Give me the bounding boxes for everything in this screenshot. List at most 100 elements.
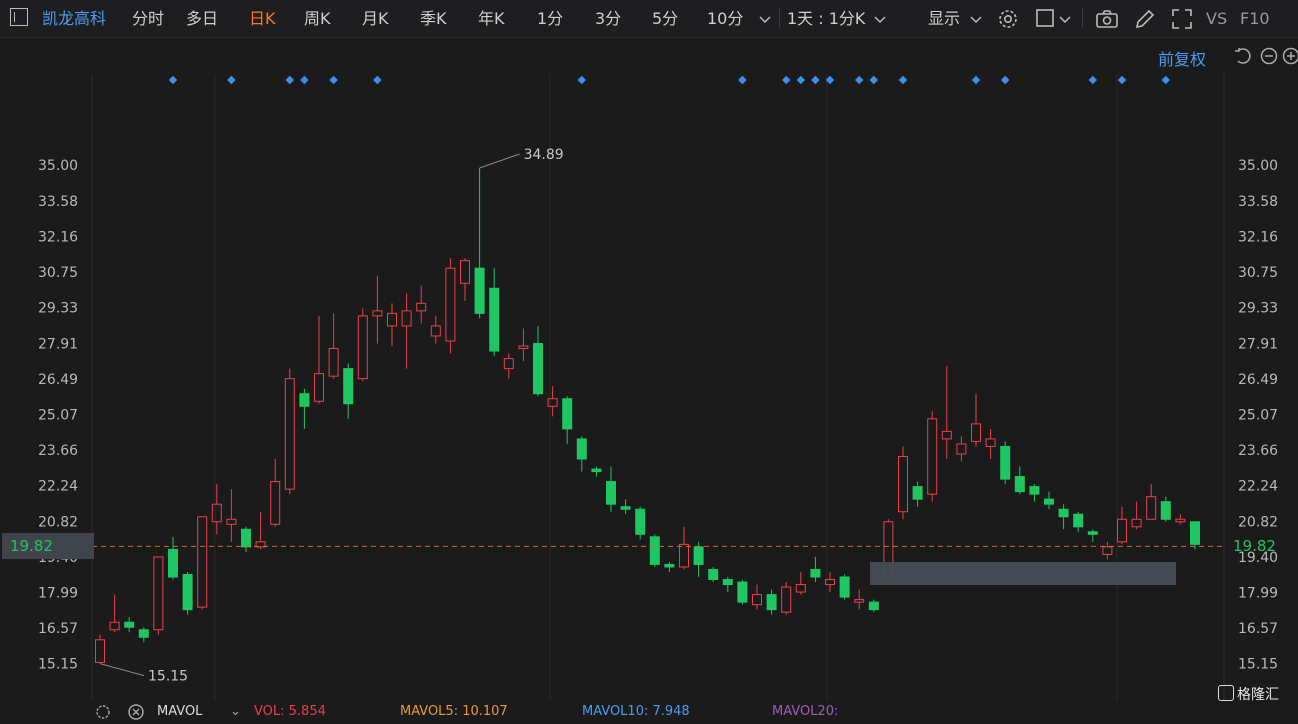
- candle-body: [680, 544, 689, 567]
- candle-body: [1132, 519, 1141, 527]
- logo-text: 格隆汇: [1237, 687, 1279, 703]
- signal-marker: [286, 76, 294, 84]
- mavol5-value: MAVOL5: 10.107: [400, 700, 508, 724]
- candles[interactable]: [96, 168, 1200, 664]
- candle: [519, 328, 528, 361]
- compare-button[interactable]: VS: [1206, 0, 1227, 37]
- camera-icon[interactable]: [1095, 7, 1119, 31]
- candle: [869, 600, 878, 613]
- candle: [840, 575, 849, 600]
- candle: [928, 411, 937, 501]
- candle: [96, 635, 105, 664]
- candle: [212, 484, 221, 534]
- tab-yearly-k[interactable]: 年K: [478, 0, 505, 37]
- gear-icon[interactable]: [94, 703, 112, 721]
- candle-body: [1088, 532, 1097, 535]
- y-axis-right: 35.0033.5832.1630.7529.3327.9126.4925.07…: [1238, 158, 1278, 672]
- candle-body: [183, 575, 192, 610]
- candle-body: [548, 399, 557, 407]
- f10-button[interactable]: F10: [1240, 0, 1270, 37]
- tab-5min[interactable]: 5分: [652, 0, 678, 37]
- tab-weekly-k[interactable]: 周K: [304, 0, 331, 37]
- candle: [738, 580, 747, 605]
- signal-marker: [578, 76, 586, 84]
- candle: [899, 446, 908, 519]
- tab-quarterly-k[interactable]: 季K: [420, 0, 447, 37]
- chevron-down-icon[interactable]: ⌄: [230, 700, 241, 724]
- layout-icon[interactable]: [1034, 7, 1058, 31]
- vol-value: VOL: 5.854: [254, 700, 326, 724]
- toolbar-divider: [1082, 8, 1083, 28]
- panel-toggle-icon[interactable]: [10, 8, 28, 26]
- candle: [913, 482, 922, 507]
- candle-body: [1103, 547, 1112, 555]
- candle-body: [796, 585, 805, 593]
- y-tick-label-right: 30.75: [1238, 265, 1278, 281]
- candle: [1176, 514, 1185, 524]
- candle: [271, 459, 280, 527]
- candle: [1103, 542, 1112, 560]
- display-menu[interactable]: 显示: [928, 0, 960, 37]
- candle-body: [782, 587, 791, 612]
- signal-markers: [169, 76, 1170, 84]
- candle-body: [212, 504, 221, 522]
- tab-multi-day[interactable]: 多日: [186, 0, 218, 37]
- tab-10min[interactable]: 10分: [707, 0, 743, 37]
- gear-icon[interactable]: [996, 7, 1020, 31]
- candle: [855, 590, 864, 610]
- candle-body: [1147, 497, 1156, 520]
- candle-body: [738, 582, 747, 602]
- y-tick-label-right: 20.82: [1238, 514, 1278, 530]
- candle-body: [1191, 522, 1200, 545]
- chevron-down-icon[interactable]: [758, 12, 772, 26]
- range-selection[interactable]: [870, 562, 1176, 585]
- y-tick-label-right: 29.33: [1238, 301, 1278, 317]
- candle-body: [504, 359, 513, 369]
- candle-body: [431, 326, 440, 336]
- y-tick-label-right: 25.07: [1238, 408, 1278, 424]
- candle: [636, 507, 645, 540]
- candle: [577, 436, 586, 471]
- close-icon[interactable]: [127, 703, 145, 721]
- y-tick-label-left: 22.24: [38, 479, 78, 495]
- mavol20-value: MAVOL20:: [772, 700, 838, 724]
- candle: [709, 567, 718, 582]
- pencil-icon[interactable]: [1133, 7, 1157, 31]
- interval-selector[interactable]: 1天 : 1分K: [787, 0, 865, 37]
- candle-body: [125, 622, 134, 627]
- candle: [1191, 522, 1200, 550]
- candle: [475, 168, 484, 318]
- indicator-name[interactable]: MAVOL: [157, 700, 202, 724]
- y-tick-label-left: 16.57: [38, 621, 78, 637]
- candle: [1001, 441, 1010, 484]
- candle-body: [1059, 509, 1068, 517]
- y-tick-label-left: 35.00: [38, 158, 78, 174]
- candle-body: [811, 569, 820, 577]
- y-tick-label-left: 33.58: [38, 194, 78, 210]
- chevron-down-icon[interactable]: [1058, 12, 1072, 26]
- candle-body: [899, 456, 908, 511]
- tab-monthly-k[interactable]: 月K: [362, 0, 389, 37]
- y-tick-label-left: 15.15: [38, 657, 78, 673]
- y-tick-label-left: 29.33: [38, 301, 78, 317]
- candle: [548, 386, 557, 416]
- chevron-down-icon[interactable]: [969, 12, 983, 26]
- tab-intraday[interactable]: 分时: [132, 0, 164, 37]
- candle-body: [840, 577, 849, 597]
- tab-3min[interactable]: 3分: [595, 0, 621, 37]
- candle: [592, 467, 601, 477]
- candlestick-chart[interactable]: 35.0033.5832.1630.7529.3327.9126.4925.07…: [0, 38, 1298, 700]
- current-price-value: 19.82: [10, 537, 53, 555]
- chevron-down-icon[interactable]: [873, 12, 887, 26]
- candle: [1015, 467, 1024, 495]
- candle: [446, 258, 455, 353]
- fullscreen-icon[interactable]: [1170, 7, 1194, 31]
- tab-1min[interactable]: 1分: [537, 0, 563, 37]
- candle-body: [855, 600, 864, 603]
- stock-name[interactable]: 凯龙高科: [42, 0, 106, 37]
- candle: [563, 396, 572, 444]
- candle: [504, 354, 513, 379]
- candle-body: [753, 595, 762, 605]
- candle-body: [534, 344, 543, 394]
- tab-daily-k[interactable]: 日K: [249, 0, 276, 37]
